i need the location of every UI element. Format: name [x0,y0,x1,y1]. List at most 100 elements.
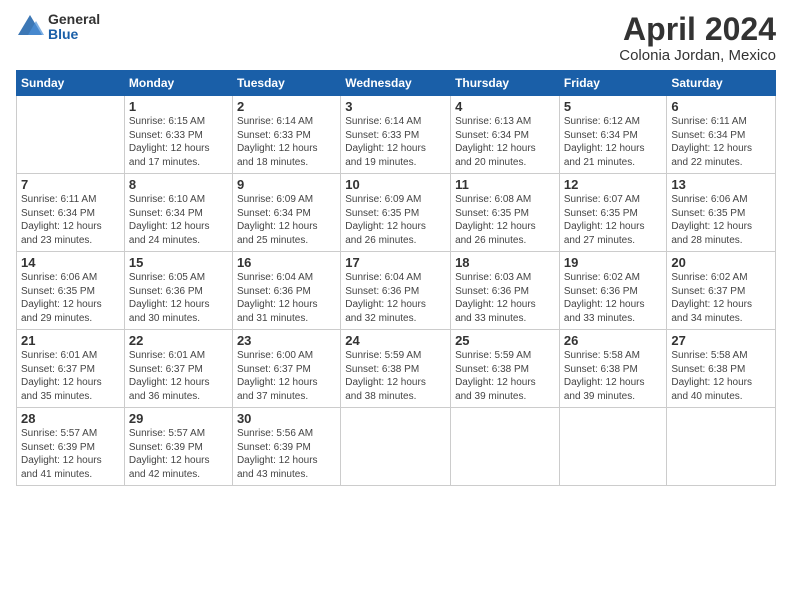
day-number: 7 [21,177,120,192]
day-info: Sunrise: 5:57 AMSunset: 6:39 PMDaylight:… [21,427,120,481]
day-info: Sunrise: 6:14 AMSunset: 6:33 PMDaylight:… [345,115,446,169]
table-cell: 17Sunrise: 6:04 AMSunset: 6:36 PMDayligh… [341,252,451,330]
table-cell: 24Sunrise: 5:59 AMSunset: 6:38 PMDayligh… [341,330,451,408]
col-saturday: Saturday [667,71,776,96]
calendar-table: Sunday Monday Tuesday Wednesday Thursday… [16,70,776,486]
day-number: 12 [564,177,663,192]
week-row-3: 14Sunrise: 6:06 AMSunset: 6:35 PMDayligh… [17,252,776,330]
title-block: April 2024 Colonia Jordan, Mexico [619,12,776,64]
day-number: 10 [345,177,446,192]
day-number: 2 [237,99,336,114]
logo-icon [16,13,44,41]
logo-text: General Blue [48,12,100,43]
day-info: Sunrise: 6:14 AMSunset: 6:33 PMDaylight:… [237,115,336,169]
table-cell: 18Sunrise: 6:03 AMSunset: 6:36 PMDayligh… [451,252,560,330]
day-info: Sunrise: 6:11 AMSunset: 6:34 PMDaylight:… [21,193,120,247]
day-info: Sunrise: 6:07 AMSunset: 6:35 PMDaylight:… [564,193,663,247]
table-cell: 8Sunrise: 6:10 AMSunset: 6:34 PMDaylight… [124,174,232,252]
day-number: 16 [237,255,336,270]
table-cell: 11Sunrise: 6:08 AMSunset: 6:35 PMDayligh… [451,174,560,252]
day-number: 3 [345,99,446,114]
table-cell: 3Sunrise: 6:14 AMSunset: 6:33 PMDaylight… [341,96,451,174]
day-info: Sunrise: 6:04 AMSunset: 6:36 PMDaylight:… [345,271,446,325]
day-number: 14 [21,255,120,270]
day-number: 9 [237,177,336,192]
table-cell [667,408,776,486]
table-cell: 6Sunrise: 6:11 AMSunset: 6:34 PMDaylight… [667,96,776,174]
day-number: 18 [455,255,555,270]
day-info: Sunrise: 6:08 AMSunset: 6:35 PMDaylight:… [455,193,555,247]
day-info: Sunrise: 6:02 AMSunset: 6:36 PMDaylight:… [564,271,663,325]
col-monday: Monday [124,71,232,96]
table-cell: 26Sunrise: 5:58 AMSunset: 6:38 PMDayligh… [559,330,667,408]
day-info: Sunrise: 5:59 AMSunset: 6:38 PMDaylight:… [345,349,446,403]
table-cell: 7Sunrise: 6:11 AMSunset: 6:34 PMDaylight… [17,174,125,252]
table-cell [17,96,125,174]
week-row-2: 7Sunrise: 6:11 AMSunset: 6:34 PMDaylight… [17,174,776,252]
day-info: Sunrise: 6:06 AMSunset: 6:35 PMDaylight:… [671,193,771,247]
table-cell: 27Sunrise: 5:58 AMSunset: 6:38 PMDayligh… [667,330,776,408]
logo-general-text: General [48,12,100,27]
day-info: Sunrise: 6:04 AMSunset: 6:36 PMDaylight:… [237,271,336,325]
day-number: 20 [671,255,771,270]
day-number: 11 [455,177,555,192]
day-info: Sunrise: 6:01 AMSunset: 6:37 PMDaylight:… [129,349,228,403]
table-cell: 15Sunrise: 6:05 AMSunset: 6:36 PMDayligh… [124,252,232,330]
table-cell: 5Sunrise: 6:12 AMSunset: 6:34 PMDaylight… [559,96,667,174]
table-cell: 13Sunrise: 6:06 AMSunset: 6:35 PMDayligh… [667,174,776,252]
table-cell: 16Sunrise: 6:04 AMSunset: 6:36 PMDayligh… [232,252,340,330]
table-cell: 25Sunrise: 5:59 AMSunset: 6:38 PMDayligh… [451,330,560,408]
table-cell: 4Sunrise: 6:13 AMSunset: 6:34 PMDaylight… [451,96,560,174]
day-info: Sunrise: 6:05 AMSunset: 6:36 PMDaylight:… [129,271,228,325]
day-info: Sunrise: 6:13 AMSunset: 6:34 PMDaylight:… [455,115,555,169]
day-number: 5 [564,99,663,114]
table-cell: 21Sunrise: 6:01 AMSunset: 6:37 PMDayligh… [17,330,125,408]
day-info: Sunrise: 5:58 AMSunset: 6:38 PMDaylight:… [671,349,771,403]
table-cell: 29Sunrise: 5:57 AMSunset: 6:39 PMDayligh… [124,408,232,486]
table-cell: 14Sunrise: 6:06 AMSunset: 6:35 PMDayligh… [17,252,125,330]
col-wednesday: Wednesday [341,71,451,96]
day-number: 24 [345,333,446,348]
month-title: April 2024 [619,12,776,47]
day-number: 27 [671,333,771,348]
subtitle: Colonia Jordan, Mexico [619,47,776,64]
day-number: 23 [237,333,336,348]
week-row-1: 1Sunrise: 6:15 AMSunset: 6:33 PMDaylight… [17,96,776,174]
day-number: 8 [129,177,228,192]
day-number: 13 [671,177,771,192]
day-info: Sunrise: 6:11 AMSunset: 6:34 PMDaylight:… [671,115,771,169]
col-friday: Friday [559,71,667,96]
table-cell: 23Sunrise: 6:00 AMSunset: 6:37 PMDayligh… [232,330,340,408]
day-info: Sunrise: 5:58 AMSunset: 6:38 PMDaylight:… [564,349,663,403]
day-number: 30 [237,411,336,426]
table-cell: 19Sunrise: 6:02 AMSunset: 6:36 PMDayligh… [559,252,667,330]
table-cell: 28Sunrise: 5:57 AMSunset: 6:39 PMDayligh… [17,408,125,486]
day-info: Sunrise: 6:06 AMSunset: 6:35 PMDaylight:… [21,271,120,325]
table-cell: 22Sunrise: 6:01 AMSunset: 6:37 PMDayligh… [124,330,232,408]
col-sunday: Sunday [17,71,125,96]
day-info: Sunrise: 6:03 AMSunset: 6:36 PMDaylight:… [455,271,555,325]
table-cell: 10Sunrise: 6:09 AMSunset: 6:35 PMDayligh… [341,174,451,252]
page-container: General Blue April 2024 Colonia Jordan, … [0,0,792,612]
day-number: 15 [129,255,228,270]
day-info: Sunrise: 6:12 AMSunset: 6:34 PMDaylight:… [564,115,663,169]
day-number: 22 [129,333,228,348]
day-info: Sunrise: 6:10 AMSunset: 6:34 PMDaylight:… [129,193,228,247]
table-cell [341,408,451,486]
table-cell: 20Sunrise: 6:02 AMSunset: 6:37 PMDayligh… [667,252,776,330]
day-info: Sunrise: 6:15 AMSunset: 6:33 PMDaylight:… [129,115,228,169]
day-number: 26 [564,333,663,348]
day-number: 17 [345,255,446,270]
day-number: 1 [129,99,228,114]
day-number: 25 [455,333,555,348]
day-number: 29 [129,411,228,426]
day-number: 28 [21,411,120,426]
table-cell [451,408,560,486]
logo: General Blue [16,12,100,43]
day-number: 21 [21,333,120,348]
day-info: Sunrise: 6:09 AMSunset: 6:35 PMDaylight:… [345,193,446,247]
day-info: Sunrise: 6:09 AMSunset: 6:34 PMDaylight:… [237,193,336,247]
day-info: Sunrise: 6:00 AMSunset: 6:37 PMDaylight:… [237,349,336,403]
table-cell: 2Sunrise: 6:14 AMSunset: 6:33 PMDaylight… [232,96,340,174]
header-row: Sunday Monday Tuesday Wednesday Thursday… [17,71,776,96]
